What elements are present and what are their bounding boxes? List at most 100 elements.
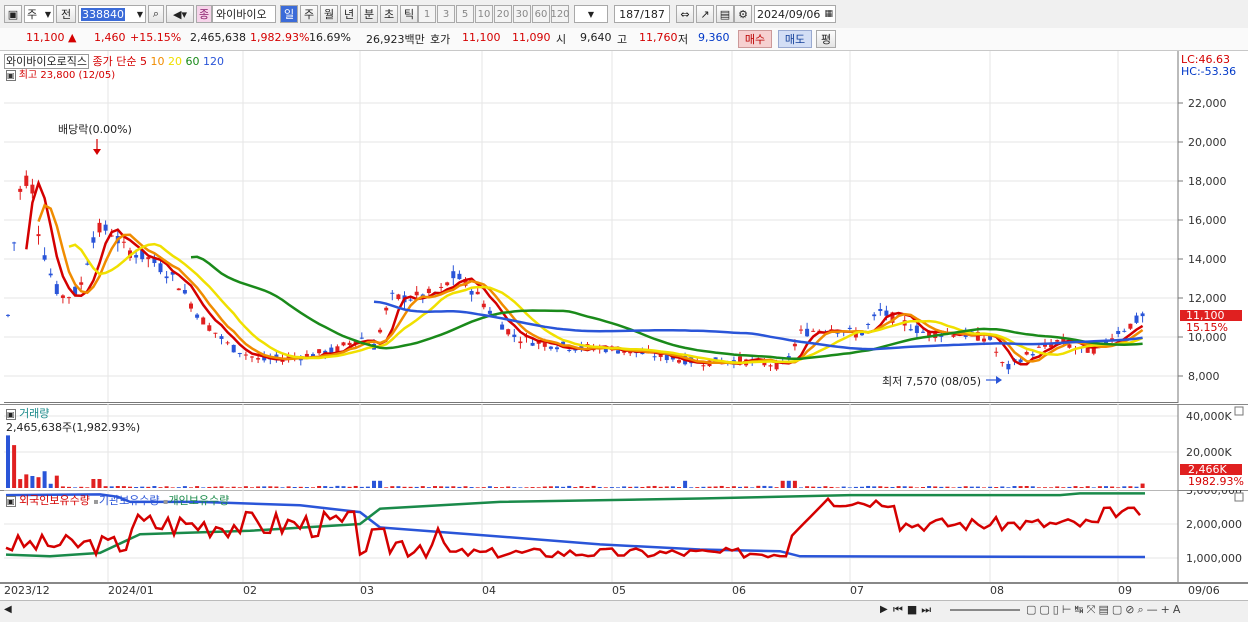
period-button-3[interactable]: 년 [340,5,358,23]
toggle-icon[interactable]: ⇔ [676,5,694,23]
candle-body [54,284,59,294]
holdings-legend-labels: 외국인보유수량 ▪기관보유수량 ▪개인보유수량 [19,494,229,507]
gear-icon[interactable]: ⚙ [734,5,752,23]
candle-body [1000,362,1005,364]
window-icon[interactable]: ▣ [4,5,22,23]
volume-chart[interactable]: 40,000K 20,000K [0,404,1248,490]
volume-bar [445,486,450,488]
volume-bar [811,486,816,488]
scroll-right-icon[interactable]: ▶ [880,604,888,615]
candle-body [225,342,230,344]
candle-body [341,342,346,346]
volume-bar [1079,487,1084,488]
panel-close-icon[interactable] [1234,492,1244,502]
speaker-icon[interactable]: ◀▾ [166,5,194,23]
volume-bar [134,487,139,488]
candle-body [908,329,913,331]
volume-bar [335,485,340,488]
volume-bar [1018,486,1023,488]
playback-icons[interactable]: ⏮■⏭ [893,603,935,617]
holdings-legend: ▣ 외국인보유수량 ▪기관보유수량 ▪개인보유수량 [6,492,229,508]
eval-button[interactable]: 평 [816,30,836,48]
volume-bar [268,486,273,488]
interval-button-5[interactable]: 5 [456,5,474,23]
volume-bar [951,487,956,488]
volume-bar [48,483,53,488]
volume-bar [170,487,175,488]
volume-bar [939,486,944,488]
sell-button[interactable]: 매도 [778,30,812,48]
x-tick-label: 04 [482,584,496,597]
candle-body [426,288,431,294]
stock-name[interactable]: 와이바이오 [212,5,276,23]
candle-body [555,347,559,350]
draw-icon[interactable]: ↗ [696,5,714,23]
save-icon[interactable]: ▤ [716,5,734,23]
volume-bar [707,486,712,488]
candle-body [158,263,163,273]
tool-icons[interactable]: ▢▢▯⊢↹⤧▤▢⊘⌕—+A [1026,603,1183,617]
volume-bar [969,486,974,488]
volume-bar [945,486,950,488]
candle-body [378,329,383,333]
count-value: 187 [619,7,641,21]
candle-body [811,330,816,332]
candle-body [6,314,10,316]
period-button-2[interactable]: 월 [320,5,338,23]
count-field[interactable]: 187/187 [614,5,670,23]
x-tick-label: 06 [732,584,746,597]
volume-bar [30,475,35,488]
period-select[interactable]: 주 ▼ [24,5,54,23]
volume-bar [500,487,505,488]
change-amount: 1,460 [94,31,126,44]
interval-button-10[interactable]: 10 [475,5,493,23]
buy-button[interactable]: 매수 [738,30,772,48]
period-button-1[interactable]: 주 [300,5,318,23]
search-icon[interactable]: ⌕ [148,5,164,23]
interval-button-60[interactable]: 60 [532,5,550,23]
volume-bar [408,486,413,488]
volume-bar [1097,486,1102,488]
volume-bar [1049,487,1054,488]
price-y-tick: 14,000 [1188,253,1227,266]
candle-body [182,290,187,294]
volume-bar [475,487,480,488]
chevron-down-icon: ▼ [587,9,595,19]
price-y-tick: 22,000 [1188,97,1227,110]
volume-bar [1122,486,1127,488]
change-up-icon: ▲ [68,31,77,44]
scroll-left-icon[interactable]: ◀ [4,604,12,615]
volume-bar [646,486,651,488]
volume-bar [866,485,871,488]
interval-button-20[interactable]: 20 [494,5,512,23]
candle-body [195,314,200,318]
interval-button-120[interactable]: 120 [550,5,570,23]
scroll-track[interactable] [16,607,876,615]
interval-select[interactable]: ▼ [574,5,608,23]
date-field[interactable]: 2024/09/06 ▦ [754,5,836,23]
interval-button-30[interactable]: 30 [513,5,531,23]
period-button-4[interactable]: 분 [360,5,378,23]
price-chart[interactable]: 22,00020,00018,00016,00014,00012,00010,0… [0,51,1248,403]
ma-label-60: 60 [181,55,200,68]
volume-bar [384,487,389,488]
price-panel[interactable]: 22,000 20,000 18,000 16,000 14,000 12,000 10,0… [0,51,1248,403]
volume-bar [878,486,883,488]
volume-bar [286,486,291,488]
interval-button-1[interactable]: 1 [418,5,436,23]
interval-button-3[interactable]: 3 [437,5,455,23]
candle-body [250,356,254,358]
low-label: 저 [678,33,689,46]
holdings-panel[interactable]: 3,000,000 2,000,000 1,000,000 ▣ 외국인보유수량 ▪기… [0,484,1248,583]
volume-panel[interactable]: 40,000K 20,000K ▣ 거래량 2,465,638주(1,982.93… [0,404,1248,490]
prev-button[interactable]: 전 [56,5,76,23]
high-marker: ▣ 최고 23,800 (12/05) [6,66,115,81]
code-input[interactable]: 338840 ▼ [78,5,146,23]
period-button-6[interactable]: 틱 [400,5,418,23]
volume-bar [841,486,846,488]
panel-close-icon[interactable] [1234,406,1244,416]
x-tick-label: 05 [612,584,626,597]
period-button-5[interactable]: 초 [380,5,398,23]
zoom-slider[interactable] [950,609,1020,611]
period-button-0[interactable]: 일 [280,5,298,23]
